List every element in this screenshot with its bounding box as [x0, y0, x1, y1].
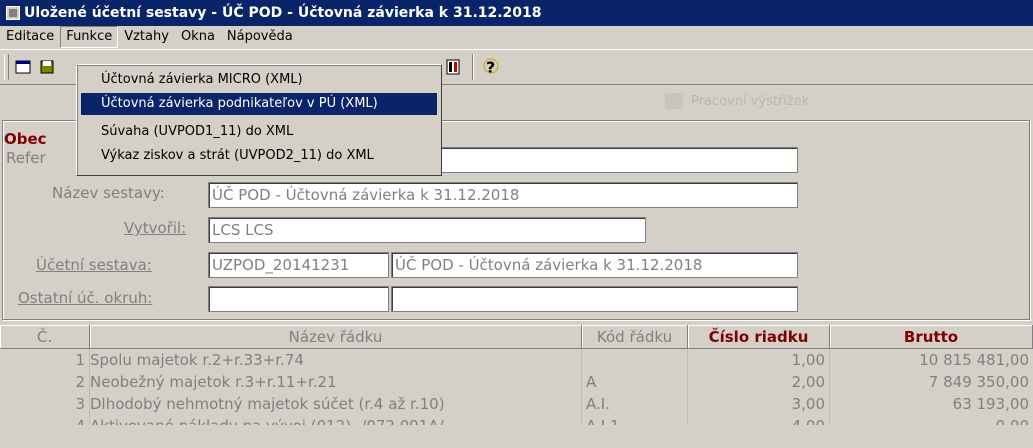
reference-label: Refer: [6, 149, 46, 167]
created-by-label[interactable]: Vytvořil:: [124, 219, 186, 237]
menu-vztahy[interactable]: Vztahy: [118, 26, 175, 48]
table-row[interactable]: 3 Dlhodobý nehmotný majetok súčet (r.4 a…: [0, 393, 1033, 415]
funkce-menu: Účtovná závierka MICRO (XML) Účtovná záv…: [76, 64, 442, 176]
other-label[interactable]: Ostatní úč. okruh:: [18, 289, 152, 307]
name-field[interactable]: ÚČ POD - Účtovná závierka k 31.12.2018: [208, 182, 798, 208]
window-icon[interactable]: [12, 56, 34, 78]
window-icon[interactable]: [6, 6, 20, 20]
menu-bar: Editace Funkce Vztahy Okna Nápověda: [0, 26, 1033, 48]
report-icon[interactable]: [442, 56, 464, 78]
window-title: Uložené účetní sestavy - ÚČ POD - Účtovn…: [24, 5, 542, 21]
toolbar-separator: [472, 54, 474, 80]
col-header-brutto[interactable]: Brutto: [830, 325, 1033, 349]
toolbar-grip[interactable]: [4, 54, 9, 80]
clipboard-icon: [665, 93, 683, 109]
menu-editace[interactable]: Editace: [0, 26, 60, 48]
report-label[interactable]: Účetní sestava:: [36, 256, 152, 274]
col-header-name[interactable]: Název řádku: [90, 325, 582, 349]
menu-okna[interactable]: Okna: [175, 26, 221, 48]
report-name-field[interactable]: ÚČ POD - Účtovná závierka k 31.12.2018: [391, 252, 798, 278]
table-row[interactable]: 2 Neobežný majetok r.3+r.11+r.21 A 2,00 …: [0, 371, 1033, 393]
table-row[interactable]: 4 Aktivované náklady na vývoj (012) -/07…: [0, 415, 1033, 425]
menu-item-suvaha-xml[interactable]: Súvaha (UVPOD1_11) do XML: [81, 121, 437, 143]
col-header-no[interactable]: Č.: [0, 325, 90, 349]
other-name-field[interactable]: [391, 286, 798, 312]
group-title: Obec: [4, 130, 49, 148]
title-bar[interactable]: Uložené účetní sestavy - ÚČ POD - Účtovn…: [0, 0, 1033, 26]
save-icon[interactable]: [36, 56, 58, 78]
col-header-line[interactable]: Číslo riadku: [688, 325, 830, 349]
menu-funkce[interactable]: Funkce: [60, 26, 119, 48]
other-code-field[interactable]: [208, 286, 389, 312]
menu-item-uz-micro-xml[interactable]: Účtovná závierka MICRO (XML): [81, 69, 437, 91]
col-header-code[interactable]: Kód řádku: [582, 325, 688, 349]
table-row[interactable]: 1 Spolu majetok r.2+r.33+r.74 1,00 10 81…: [0, 349, 1033, 371]
clipboard-hint: Pracovní výstřižek: [665, 90, 845, 112]
name-label: Název sestavy:: [52, 184, 165, 202]
help-icon[interactable]: ?: [480, 56, 502, 78]
menu-item-vykaz-xml[interactable]: Výkaz ziskov a strát (UVPOD2_11) do XML: [81, 145, 437, 167]
report-code-field[interactable]: UZPOD_20141231: [208, 252, 389, 278]
created-by-field[interactable]: LCS LCS: [208, 217, 646, 243]
menu-napoveda[interactable]: Nápověda: [221, 26, 299, 48]
menu-item-uz-podnikatelov-xml[interactable]: Účtovná závierka podnikateľov v PÚ (XML): [81, 93, 437, 115]
